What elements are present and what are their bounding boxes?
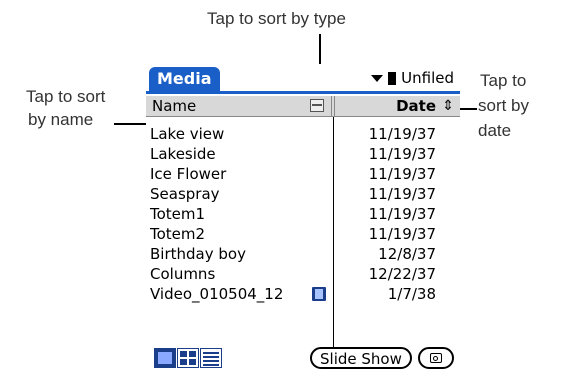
item-name: Lakeside	[150, 145, 216, 163]
slide-show-button[interactable]: Slide Show	[310, 347, 412, 369]
item-date: 11/19/37	[368, 125, 436, 143]
item-date: 1/7/38	[387, 285, 436, 303]
list-view-icon[interactable]	[200, 348, 222, 368]
single-view-icon[interactable]	[154, 348, 176, 368]
category-label: Unfiled	[401, 69, 454, 87]
list-item[interactable]: Seaspray 11/19/37	[146, 184, 460, 204]
list-item[interactable]: Lakeside 11/19/37	[146, 144, 460, 164]
column-header: Name Date ⇕	[146, 96, 460, 117]
item-date: 12/8/37	[378, 245, 436, 263]
list-item[interactable]: Birthday boy 12/8/37	[146, 244, 460, 264]
thumbnail-view-icon[interactable]	[177, 348, 199, 368]
dropdown-triangle-icon	[371, 74, 384, 82]
list-item[interactable]: Lake view 11/19/37	[146, 124, 460, 144]
item-name: Totem2	[150, 225, 206, 243]
app-title[interactable]: Media	[149, 67, 220, 91]
item-name: Seaspray	[150, 185, 220, 203]
bottom-toolbar: Slide Show	[146, 346, 460, 372]
camera-button[interactable]	[418, 347, 454, 369]
sort-arrow-icon[interactable]: ⇕	[442, 98, 454, 114]
media-screen: Media Unfiled Name Date ⇕ Lake view 11/19…	[146, 64, 460, 377]
title-underline	[146, 91, 460, 94]
film-icon[interactable]	[310, 99, 324, 112]
item-name: Totem1	[150, 205, 206, 223]
title-bar: Media Unfiled	[146, 64, 460, 94]
sort-by-name-header[interactable]: Name	[152, 97, 196, 115]
item-name: Lake view	[150, 125, 225, 143]
callout-sort-by-name-1: Tap to sort	[26, 87, 106, 106]
callout-line-name	[114, 123, 150, 125]
sort-by-date-header[interactable]: Date	[396, 97, 436, 115]
list-item[interactable]: Video_010504_12 1/7/38	[146, 284, 460, 304]
category-icon	[388, 71, 397, 85]
item-date: 11/19/37	[368, 225, 436, 243]
item-date: 12/22/37	[368, 265, 436, 283]
callout-sort-by-date-2: sort by	[478, 96, 530, 115]
item-date: 11/19/37	[368, 205, 436, 223]
list-item[interactable]: Totem1 11/19/37	[146, 204, 460, 224]
list-item[interactable]: Columns 12/22/37	[146, 264, 460, 284]
category-picker[interactable]: Unfiled	[371, 68, 454, 88]
column-divider-handle[interactable]	[331, 96, 335, 116]
item-date: 11/19/37	[368, 165, 436, 183]
camera-icon	[430, 353, 442, 363]
item-name: Columns	[150, 265, 216, 283]
list-item[interactable]: Totem2 11/19/37	[146, 224, 460, 244]
media-list: Lake view 11/19/37 Lakeside 11/19/37 Ice Flo…	[146, 124, 460, 304]
item-name: Birthday boy	[150, 245, 246, 263]
item-name: Ice Flower	[150, 165, 227, 183]
item-name: Video_010504_12	[150, 285, 284, 303]
callout-sort-by-date-1: Tap to	[480, 71, 527, 90]
list-item[interactable]: Ice Flower 11/19/37	[146, 164, 460, 184]
item-date: 11/19/37	[368, 185, 436, 203]
item-date: 11/19/37	[368, 145, 436, 163]
callout-sort-by-name-2: by name	[28, 110, 94, 129]
callout-sort-by-date-3: date	[478, 121, 512, 140]
video-icon	[312, 287, 326, 301]
callout-sort-by-type: Tap to sort by type	[207, 9, 346, 28]
